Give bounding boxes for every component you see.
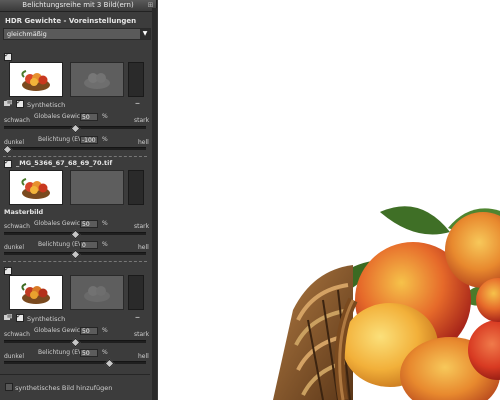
weight-unit-1: % [102, 113, 108, 120]
image-1-checkbox[interactable] [4, 51, 12, 61]
weight-slider-knob-3[interactable] [70, 337, 81, 348]
weight-label-3: Globales Gewicht [34, 327, 87, 334]
weight-value-field-3[interactable]: 50 [80, 327, 98, 335]
weight-right-label-2: stark [134, 223, 150, 230]
image-block-3: Synthetisch – schwach Globales Gewicht 5… [0, 265, 150, 369]
image-3-histogram-strip [128, 275, 144, 310]
exposure-slider-3[interactable] [4, 358, 146, 369]
fruit-basket-silhouette-icon [84, 73, 110, 89]
exposure-value-field-3[interactable]: 50 [80, 349, 98, 357]
add-synthetic-checkbox[interactable] [5, 383, 13, 391]
exposure-slider-knob-3[interactable] [104, 358, 115, 369]
image-block-2: _MG_5366_67_68_69_70.tif Masterbild schw… [0, 158, 150, 260]
preset-dropdown[interactable]: gleichmäßig ▼ [3, 28, 151, 40]
image-2-filename: _MG_5366_67_68_69_70.tif [16, 159, 113, 167]
collapse-3-button[interactable]: – [135, 313, 140, 323]
fruit-basket-silhouette-icon [84, 286, 110, 302]
synthetic-checkbox-3[interactable] [16, 312, 24, 322]
exposure-unit-1: % [102, 136, 108, 143]
panel-title: Belichtungsreihe mit 3 Bild(ern) [22, 1, 134, 9]
image-block-1: Synthetisch – schwach Globales Gewicht 5… [0, 50, 150, 155]
image-1-histogram-strip [128, 62, 144, 97]
fruit-basket-icon [21, 178, 50, 199]
weight-right-label-1: stark [134, 117, 150, 124]
weight-right-label-3: stark [134, 331, 150, 338]
image-3-checkbox[interactable] [4, 265, 12, 275]
synthetic-label-3: Synthetisch [27, 315, 66, 323]
weight-label-1: Globales Gewicht [34, 113, 87, 120]
image-3-thumbnail[interactable] [9, 275, 63, 310]
master-image-label: Masterbild [4, 208, 44, 216]
exposure-right-label-3: hell [138, 353, 149, 360]
exposure-label-1: Belichtung (EV) [38, 136, 85, 143]
fruit-basket-photo [273, 206, 500, 400]
exposure-label-3: Belichtung (EV) [38, 349, 85, 356]
preset-value: gleichmäßig [7, 30, 47, 38]
chevron-down-icon[interactable]: ▼ [140, 29, 150, 39]
image-2-checkbox[interactable] [4, 158, 12, 168]
synthetic-label-1: Synthetisch [27, 101, 66, 109]
image-canvas[interactable] [158, 0, 500, 400]
exposure-left-label-3: dunkel [4, 353, 25, 360]
belichtungsreihe-panel: Belichtungsreihe mit 3 Bild(ern) ⊞ HDR G… [0, 0, 157, 400]
weight-slider-knob-1[interactable] [70, 123, 81, 134]
image-2-preview [70, 170, 124, 205]
exposure-value-field-1[interactable]: -100 [80, 136, 98, 144]
master-block-bottom-border [3, 261, 147, 262]
image-3-synthetic-preview [70, 275, 124, 310]
exposure-right-label-1: hell [138, 139, 149, 146]
synthetic-checkbox-1[interactable] [16, 98, 24, 108]
exposure-slider-2[interactable] [4, 249, 146, 260]
image-1-synthetic-preview [70, 62, 124, 97]
panel-scrollbar[interactable] [152, 8, 157, 400]
weight-left-label-3: schwach [4, 331, 30, 338]
weight-value-field-1[interactable]: 50 [80, 113, 98, 121]
exposure-unit-2: % [102, 241, 108, 248]
hdr-weights-heading: HDR Gewichte - Voreinstellungen [5, 17, 137, 25]
exposure-slider-1[interactable] [2, 144, 146, 155]
weight-slider-2[interactable] [4, 229, 146, 240]
add-synthetic-label[interactable]: synthetisches Bild hinzufügen [15, 384, 112, 392]
fruit-basket-icon [21, 70, 50, 91]
weight-unit-2: % [102, 220, 108, 227]
footer-separator [0, 374, 150, 375]
weight-slider-knob-2[interactable] [70, 229, 81, 240]
synthetic-image-icon [4, 100, 12, 106]
weight-left-label-2: schwach [4, 223, 30, 230]
exposure-right-label-2: hell [138, 244, 149, 251]
synthetic-image-icon [4, 314, 12, 320]
weight-value-field-2[interactable]: 50 [80, 220, 98, 228]
exposure-value-field-2[interactable]: 0 [80, 241, 98, 249]
exposure-unit-3: % [102, 349, 108, 356]
image-2-histogram-strip [128, 170, 144, 205]
exposure-label-2: Belichtung (EV) [38, 241, 85, 248]
panel-titlebar[interactable]: Belichtungsreihe mit 3 Bild(ern) ⊞ [0, 0, 156, 12]
image-2-thumbnail[interactable] [9, 170, 63, 205]
image-1-thumbnail[interactable] [9, 62, 63, 97]
master-block-top-border [3, 156, 147, 157]
weight-slider-3[interactable] [4, 337, 146, 348]
weight-label-2: Globales Gewicht [34, 220, 87, 227]
weight-slider-1[interactable] [4, 123, 146, 134]
exposure-slider-knob-2[interactable] [70, 249, 81, 260]
exposure-slider-knob-1[interactable] [2, 144, 13, 155]
weight-left-label-1: schwach [4, 117, 30, 124]
exposure-left-label-2: dunkel [4, 244, 25, 251]
collapse-1-button[interactable]: – [135, 99, 140, 109]
weight-unit-3: % [102, 327, 108, 334]
fruit-basket-icon [21, 283, 50, 304]
